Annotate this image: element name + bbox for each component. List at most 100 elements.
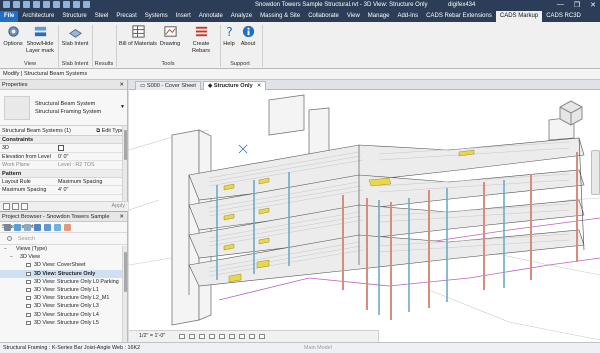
property-value[interactable] (56, 144, 127, 152)
property-row[interactable]: 3D (0, 144, 127, 153)
tab-cads-rebar-extensions[interactable]: CADS Rebar Extensions (422, 11, 496, 22)
structure-3d-drawing[interactable] (129, 90, 600, 342)
tree-item-views-type[interactable]: − Views (Type) (0, 245, 127, 253)
apply-button[interactable]: Apply (112, 203, 126, 209)
property-value[interactable]: 4' 0" (56, 186, 127, 194)
create-rebars-button[interactable]: Create Rebars (183, 24, 219, 54)
chevron-down-icon[interactable]: ▼ (120, 104, 125, 110)
drawing-button[interactable]: Drawing (158, 24, 182, 48)
active-model[interactable]: Main Model (304, 343, 332, 353)
families-icon[interactable] (34, 224, 41, 231)
tab-analyze[interactable]: Analyze (227, 11, 256, 22)
home-icon[interactable] (4, 224, 11, 231)
properties-close-button[interactable]: ✕ (119, 80, 124, 90)
tab-architecture[interactable]: Architecture (18, 11, 58, 22)
text-icon[interactable] (73, 1, 80, 8)
about-button[interactable]: About (238, 24, 258, 48)
3d-view-icon[interactable] (83, 1, 90, 8)
project-browser-close-button[interactable]: ✕ (119, 212, 124, 222)
view-scale[interactable]: 1/2" = 1'-0" (139, 331, 165, 342)
tree-item-view[interactable]: 3D View: Structure Only L2_M1 (0, 294, 127, 302)
tab-structure[interactable]: Structure (58, 11, 90, 22)
tree-item-view[interactable]: 3D View: Structure Only L0 Parking (0, 278, 127, 286)
tab-insert[interactable]: Insert (172, 11, 195, 22)
properties-scrollbar[interactable] (122, 126, 127, 201)
tree-item-3d-view[interactable]: − 3D View (0, 253, 127, 261)
sun-path-icon[interactable] (199, 334, 205, 339)
tab-file[interactable]: File (0, 11, 19, 22)
tree-item-view-selected[interactable]: 3D View: Structure Only (0, 269, 127, 278)
open-icon[interactable] (13, 1, 20, 8)
tree-item-view[interactable]: 3D View: Structure Only L5 (0, 319, 127, 327)
tab-cads-rc3d[interactable]: CADS RC3D (542, 11, 585, 22)
tab-manage[interactable]: Manage (364, 11, 394, 22)
sheets-icon[interactable] (24, 224, 31, 231)
select-all-icon[interactable] (12, 203, 19, 210)
hide-isolate-icon[interactable] (249, 334, 255, 339)
tab-add-ins[interactable]: Add-Ins (393, 11, 422, 22)
links-icon[interactable] (54, 224, 61, 231)
tab-massing-site[interactable]: Massing & Site (256, 11, 304, 22)
browser-scrollbar[interactable] (122, 246, 127, 342)
render-icon[interactable] (219, 334, 225, 339)
section-constraints[interactable]: Constraints (0, 136, 127, 144)
tag-icon[interactable] (64, 224, 71, 231)
section-pattern[interactable]: Pattern (0, 169, 127, 178)
instance-filter[interactable]: Structural Beam Systems (1) ⧉ Edit Type (0, 126, 127, 136)
tab-steel[interactable]: Steel (91, 11, 113, 22)
browser-search-input[interactable]: Search (0, 233, 127, 245)
viewcube-icon[interactable] (556, 98, 586, 128)
undo-icon[interactable] (33, 1, 40, 8)
tab-view[interactable]: View (343, 11, 364, 22)
tree-item-view[interactable]: 3D View: Structure Only L1 (0, 286, 127, 294)
tree-item-view[interactable]: 3D View: Structure Only L3 (0, 302, 127, 310)
tab-precast[interactable]: Precast (112, 11, 140, 22)
3d-checkbox[interactable] (58, 144, 64, 151)
collapse-icon[interactable]: − (10, 253, 13, 261)
type-selector[interactable]: Structural Beam System Structural Framin… (0, 90, 127, 126)
tab-annotate[interactable]: Annotate (195, 11, 227, 22)
pin-icon[interactable] (21, 203, 28, 210)
show-hide-layer-mark-button[interactable]: Show/Hide Layer mark (24, 24, 56, 54)
3d-viewport[interactable] (129, 90, 600, 342)
measure-icon[interactable] (63, 1, 70, 8)
tab-structure-only[interactable]: ◈ Structure Only ✕ (203, 81, 267, 90)
crop-icon[interactable] (229, 334, 235, 339)
minimize-button[interactable]: — (557, 1, 564, 9)
visual-style-icon[interactable] (189, 334, 195, 339)
detail-level-icon[interactable] (179, 334, 185, 339)
print-icon[interactable] (53, 1, 60, 8)
property-value[interactable]: 0' 0" (56, 153, 127, 161)
property-row[interactable]: Maximum Spacing 4' 0" (0, 186, 127, 195)
scrollbar-thumb[interactable] (124, 130, 127, 160)
close-icon[interactable]: ✕ (257, 83, 262, 89)
scrollbar-thumb[interactable] (124, 252, 127, 292)
close-button[interactable]: ✕ (590, 1, 596, 9)
save-icon[interactable] (23, 1, 30, 8)
user-name[interactable]: digifex434 (448, 2, 475, 8)
reveal-icon[interactable] (259, 334, 265, 339)
property-value[interactable]: Maximum Spacing (56, 178, 127, 186)
redo-icon[interactable] (43, 1, 50, 8)
property-row[interactable]: Elevation from Level 0' 0" (0, 153, 127, 161)
tab-cover-sheet[interactable]: ▭ S000 - Cover Sheet (135, 81, 201, 90)
groups-icon[interactable] (44, 224, 51, 231)
tab-systems[interactable]: Systems (141, 11, 172, 22)
maximize-button[interactable]: ❐ (574, 1, 580, 9)
tree-item-view[interactable]: 3D View: Structure Only L4 (0, 311, 127, 319)
tab-collaborate[interactable]: Collaborate (304, 11, 343, 22)
shadows-icon[interactable] (209, 334, 215, 339)
filter-icon[interactable] (3, 203, 10, 210)
edit-type-button[interactable]: ⧉ Edit Type (96, 126, 124, 136)
bill-of-materials-button[interactable]: Bill of Materials (117, 24, 159, 48)
help-button[interactable]: ? Help (221, 24, 237, 48)
navigation-bar[interactable] (591, 150, 600, 195)
property-row[interactable]: Layout Rule Maximum Spacing (0, 178, 127, 186)
collapse-icon[interactable]: − (4, 245, 7, 253)
tab-cads-markup[interactable]: CADS Markup (495, 11, 543, 22)
tree-item-view[interactable]: 3D View: CoverSheet (0, 261, 127, 269)
views-icon[interactable] (14, 224, 21, 231)
home-icon[interactable] (3, 1, 10, 8)
lock-icon[interactable] (239, 334, 245, 339)
slab-intent-button[interactable]: Slab Intent (60, 24, 90, 48)
